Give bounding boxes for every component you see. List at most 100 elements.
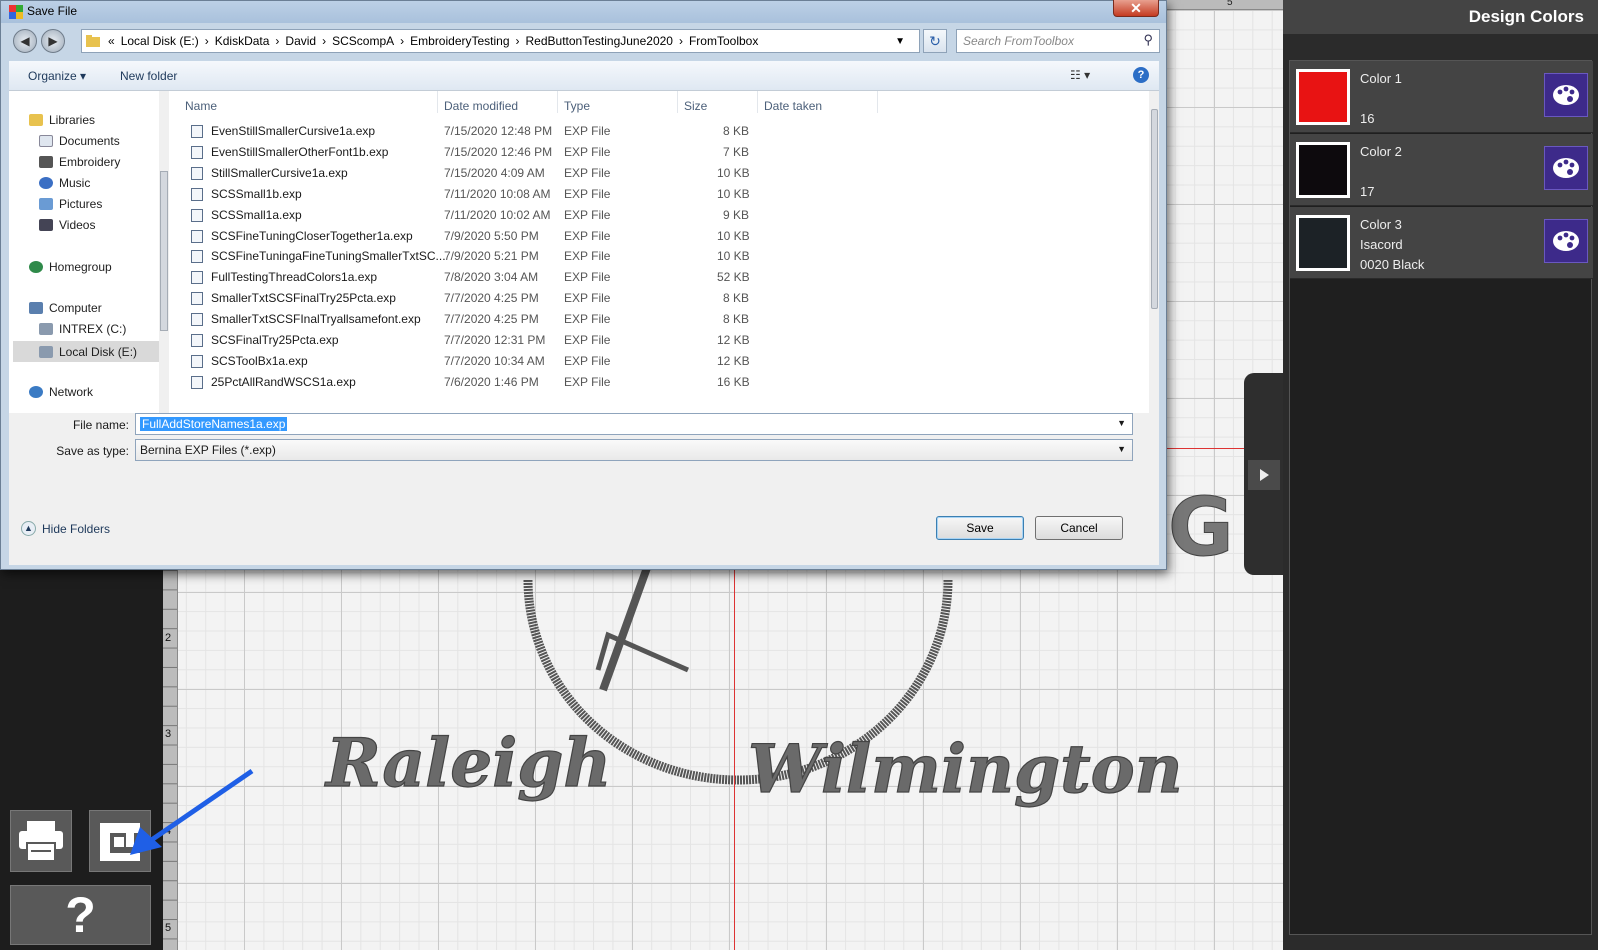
breadcrumb-separator[interactable]: › [516, 34, 520, 48]
column-divider[interactable] [757, 91, 758, 113]
help-button[interactable]: ? [10, 885, 151, 945]
cancel-button[interactable]: Cancel [1035, 516, 1123, 540]
breadcrumb-segment[interactable]: EmbroideryTesting [410, 34, 509, 48]
column-header-date[interactable]: Date modified [444, 99, 518, 113]
color-row[interactable]: Color 3 Isacord 0020 Black [1290, 207, 1593, 279]
filename-input[interactable]: FullAddStoreNames1a.exp ▼ [135, 413, 1133, 435]
close-button[interactable]: ✕ [1113, 0, 1159, 17]
nav-videos[interactable]: Videos [39, 218, 95, 232]
file-type: EXP File [564, 249, 611, 264]
address-bar[interactable]: « Local Disk (E:) › KdiskData › David › … [81, 29, 920, 53]
nav-pictures[interactable]: Pictures [39, 197, 102, 211]
file-name: EvenStillSmallerCursive1a.exp [211, 124, 376, 138]
column-divider[interactable] [437, 91, 438, 113]
breadcrumb-separator[interactable]: › [322, 34, 326, 48]
file-row[interactable]: SCSSmall1a.exp 7/11/2020 10:02 AM EXP File… [169, 205, 1129, 226]
search-input[interactable]: Search FromToolbox ⚲ [956, 29, 1160, 53]
homegroup-icon [29, 261, 43, 273]
column-header-type[interactable]: Type [564, 99, 590, 113]
file-name: 25PctAllRandWSCS1a.exp [211, 374, 356, 389]
exp-file-icon [191, 208, 203, 222]
column-divider[interactable] [677, 91, 678, 113]
column-divider[interactable] [557, 91, 558, 113]
file-name: SCSFineTuningaFineTuningSmallerTxtSC... [211, 249, 446, 264]
nav-scroll-thumb[interactable] [160, 171, 168, 331]
breadcrumb-separator[interactable]: › [400, 34, 404, 48]
breadcrumb-separator[interactable]: › [275, 34, 279, 48]
nav-intrex-drive[interactable]: INTREX (C:) [39, 322, 126, 336]
app-icon [9, 5, 23, 19]
nav-scrollbar[interactable] [159, 91, 169, 413]
file-row[interactable]: SmallerTxtSCSFinalTry25Pcta.exp 7/7/2020 … [169, 288, 1129, 309]
left-ruler: 2 3 4 5 [163, 570, 178, 950]
view-options-button[interactable]: ☷ ▾ [1070, 68, 1090, 82]
column-header-size[interactable]: Size [684, 99, 707, 113]
nav-label: INTREX (C:) [59, 322, 127, 336]
breadcrumb-segment[interactable]: FromToolbox [689, 34, 758, 48]
palette-button[interactable] [1544, 146, 1588, 190]
print-button[interactable] [10, 810, 72, 872]
refresh-button[interactable]: ↻ [923, 29, 947, 53]
breadcrumb-segment[interactable]: Local Disk (E:) [121, 34, 199, 48]
color-swatch[interactable] [1296, 215, 1350, 271]
breadcrumb-segment[interactable]: David [285, 34, 316, 48]
annotation-arrow-icon [130, 768, 254, 855]
file-row[interactable]: SCSFineTuningaFineTuningSmallerTxtSC... 7… [169, 246, 1129, 267]
file-row[interactable]: SCSToolBx1a.exp 7/7/2020 10:34 AM EXP File… [169, 351, 1129, 372]
file-row[interactable]: EvenStillSmallerCursive1a.exp 7/15/2020 1… [169, 121, 1129, 142]
palette-button[interactable] [1544, 219, 1588, 263]
file-row[interactable]: SCSFinalTry25Pcta.exp 7/7/2020 12:31 PM EX… [169, 330, 1129, 351]
file-row[interactable]: StillSmallerCursive1a.exp 7/15/2020 4:09 … [169, 163, 1129, 184]
exp-file-icon [191, 271, 203, 285]
file-row[interactable]: 25PctAllRandWSCS1a.exp 7/6/2020 1:46 PM EX… [169, 372, 1129, 393]
address-dropdown-icon[interactable]: ▼ [895, 36, 905, 47]
column-header-date-taken[interactable]: Date taken [764, 99, 822, 113]
color-swatch[interactable] [1296, 142, 1350, 198]
file-list-scroll-thumb[interactable] [1151, 109, 1158, 309]
column-header-name[interactable]: Name [185, 99, 217, 113]
hide-folders-toggle[interactable]: ▲ Hide Folders [21, 521, 110, 536]
column-divider[interactable] [877, 91, 878, 113]
breadcrumb-separator[interactable]: › [679, 34, 683, 48]
breadcrumb-segment[interactable]: RedButtonTestingJune2020 [526, 34, 673, 48]
palette-button[interactable] [1544, 73, 1588, 117]
save-button[interactable]: Save [936, 516, 1024, 540]
color-swatch[interactable] [1296, 69, 1350, 125]
nav-local-disk[interactable]: Local Disk (E:) [13, 341, 159, 362]
color-row[interactable]: Color 1 16 [1290, 61, 1593, 133]
organize-menu[interactable]: Organize ▾ [28, 69, 86, 83]
new-folder-button[interactable]: New folder [120, 69, 177, 83]
nav-libraries[interactable]: Libraries [29, 113, 95, 127]
save-file-dialog: Save File ✕ ◀ ▶ « Local Disk (E:) › Kdis… [0, 0, 1167, 570]
breadcrumb-separator[interactable]: › [205, 34, 209, 48]
nav-embroidery[interactable]: Embroidery [39, 155, 120, 169]
exp-file-icon [191, 125, 203, 138]
dialog-titlebar[interactable]: Save File ✕ [1, 0, 1166, 23]
help-icon[interactable]: ? [1133, 67, 1149, 83]
nav-music[interactable]: Music [39, 176, 90, 190]
nav-label: Pictures [59, 197, 103, 211]
color-row[interactable]: Color 2 17 [1290, 134, 1593, 206]
search-icon[interactable]: ⚲ [1143, 32, 1153, 48]
forward-button[interactable]: ▶ [41, 29, 65, 53]
file-row[interactable]: EvenStillSmallerOtherFont1b.exp 7/15/2020… [169, 142, 1129, 163]
nav-network[interactable]: Network [29, 385, 93, 399]
filename-dropdown-icon[interactable]: ▼ [1117, 418, 1126, 428]
file-row[interactable]: SCSFineTuningCloserTogether1a.exp 7/9/202… [169, 226, 1129, 247]
nav-computer[interactable]: Computer [29, 301, 102, 315]
nav-documents[interactable]: Documents [39, 134, 120, 148]
file-list-scrollbar[interactable] [1149, 91, 1159, 413]
file-row[interactable]: SCSSmall1b.exp 7/11/2020 10:08 AM EXP File… [169, 184, 1129, 205]
savetype-select[interactable]: Bernina EXP Files (*.exp) ▼ [135, 439, 1133, 461]
file-row[interactable]: FullTestingThreadColors1a.exp 7/8/2020 3:… [169, 267, 1129, 288]
nav-homegroup[interactable]: Homegroup [29, 260, 112, 274]
file-row[interactable]: SmallerTxtSCSFInalTryallsamefont.exp 7/7/… [169, 309, 1129, 330]
breadcrumb-segment[interactable]: SCScompA [332, 34, 394, 48]
breadcrumb-segment[interactable]: KdiskData [215, 34, 270, 48]
search-placeholder: Search FromToolbox [963, 34, 1074, 48]
music-icon [39, 177, 53, 189]
back-button[interactable]: ◀ [13, 29, 37, 53]
videos-icon [39, 219, 53, 231]
savetype-dropdown-icon[interactable]: ▼ [1117, 444, 1126, 454]
collapse-panel-button[interactable] [1248, 460, 1280, 490]
